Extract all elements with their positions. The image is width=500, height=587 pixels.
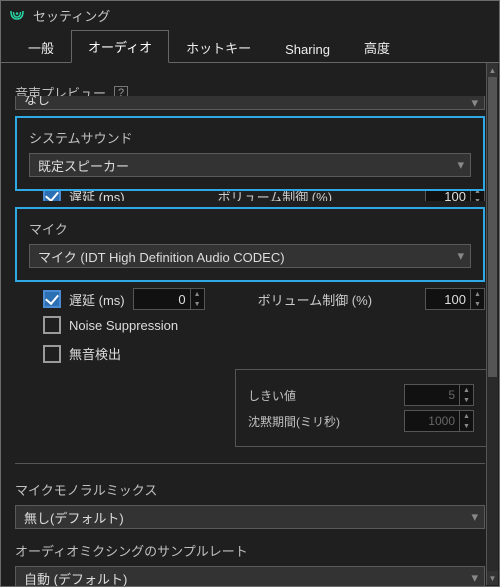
threshold-label: しきい値 [248,387,296,404]
silence-detect-checkbox[interactable] [43,345,61,363]
chevron-down-icon: ▾ [457,157,464,173]
scroll-down-button[interactable]: ▼ [487,571,498,585]
chevron-down-icon: ▾ [471,96,478,110]
audio-mix-rate-label: オーディオミクシングのサンプルレート [15,541,485,560]
silence-detect-row: 無音検出 [15,344,485,363]
silence-duration-spin[interactable]: 1000 ▲▼ [404,410,474,432]
volume-limit-value: 100 [444,191,466,201]
mono-mix-label: マイクモノラルミックス [15,480,485,499]
volume-limit-label: ボリューム制御 (%) [218,191,332,201]
latency-checkbox[interactable] [43,191,61,201]
silence-duration-label: 沈黙期間(ミリ秒) [248,413,340,430]
threshold-spin[interactable]: 5 ▲▼ [404,384,474,406]
mic-latency-label: 遅延 (ms) [69,290,125,309]
mic-volume-limit-label: ボリューム制御 (%) [258,290,372,309]
mic-latency-value: 0 [178,292,185,307]
titlebar: セッティング [1,1,499,29]
tab-audio[interactable]: オーディオ [71,30,169,63]
tab-advanced[interactable]: 高度 [347,31,407,63]
scroll-area: 音声プレビュー ? なし ▾ システムサウンド 既定スピーカー ▾ 遅延 (ms… [1,71,499,586]
tab-general[interactable]: 一般 [11,31,71,63]
system-sound-section: システムサウンド 既定スピーカー ▾ [15,116,485,191]
vertical-scrollbar[interactable]: ▲ ▼ [486,63,498,585]
audio-mix-rate-dropdown[interactable]: 自動 (デフォルト) ▾ [15,566,485,586]
mic-dropdown[interactable]: マイク (IDT High Definition Audio CODEC) ▾ [29,244,471,268]
tabs: 一般 オーディオ ホットキー Sharing 高度 [1,33,499,63]
window-title: セッティング [33,6,110,25]
chevron-down-icon: ▾ [471,509,478,525]
noise-suppression-row: Noise Suppression [15,316,485,334]
audio-mix-rate-value: 自動 (デフォルト) [24,569,127,587]
mic-latency-row: 遅延 (ms) 0 ▲▼ ボリューム制御 (%) 100 ▲▼ [15,288,485,310]
system-sound-dropdown[interactable]: 既定スピーカー ▾ [29,153,471,177]
mic-value: マイク (IDT High Definition Audio CODEC) [38,247,285,266]
preview-value: なし [24,96,50,108]
tab-sharing[interactable]: Sharing [268,35,347,63]
scroll-thumb[interactable] [488,77,497,377]
system-sound-value: 既定スピーカー [38,156,129,175]
mono-mix-dropdown[interactable]: 無し(デフォルト) ▾ [15,505,485,529]
mono-mix-value: 無し(デフォルト) [24,508,124,527]
noise-suppression-checkbox[interactable] [43,316,61,334]
mic-section: マイク マイク (IDT High Definition Audio CODEC… [15,207,485,282]
threshold-block: しきい値 5 ▲▼ 沈黙期間(ミリ秒) 1000 ▲▼ [235,369,487,447]
silence-duration-value: 1000 [428,414,455,428]
settings-window: セッティング 一般 オーディオ ホットキー Sharing 高度 音声プレビュー… [0,0,500,587]
section-divider [15,463,485,464]
mic-latency-checkbox[interactable] [43,290,61,308]
threshold-value: 5 [448,388,455,402]
tab-hotkey[interactable]: ホットキー [169,31,268,63]
system-sound-title: システムサウンド [29,128,471,147]
mic-latency-spin[interactable]: 0 ▲▼ [133,288,205,310]
noise-suppression-label: Noise Suppression [69,318,178,333]
app-logo-icon [9,7,25,23]
chevron-down-icon: ▾ [457,248,464,264]
mic-volume-limit-value: 100 [444,292,466,307]
chevron-down-icon: ▾ [471,570,478,586]
volume-limit-spin[interactable]: 100 ▲▼ [425,191,485,201]
mic-title: マイク [29,219,471,238]
latency-label: 遅延 (ms) [69,191,125,201]
scroll-up-button[interactable]: ▲ [487,63,498,77]
preview-dropdown[interactable]: なし ▾ [15,96,485,110]
silence-detect-label: 無音検出 [69,344,121,363]
mic-volume-limit-spin[interactable]: 100 ▲▼ [425,288,485,310]
